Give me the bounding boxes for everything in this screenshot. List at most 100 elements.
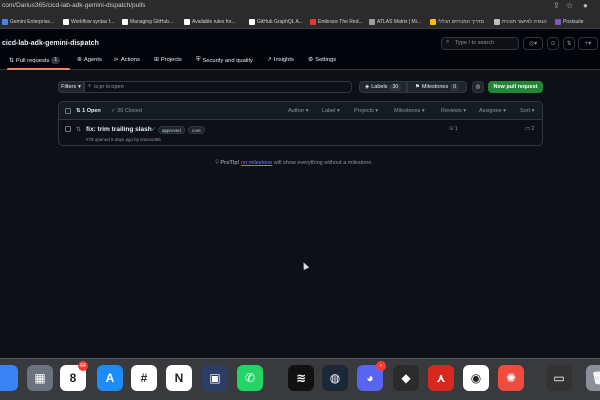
projects-menu[interactable]: Projects ▾ bbox=[354, 108, 378, 114]
review-status[interactable]: ⊙ 1 bbox=[449, 126, 458, 132]
closed-filter[interactable]: ✓ 30 Closed bbox=[111, 108, 142, 114]
tab-security[interactable]: ⛨ Security and quality bbox=[196, 57, 253, 64]
whatsapp-icon[interactable]: ✆ bbox=[237, 365, 263, 391]
finder-icon[interactable] bbox=[0, 365, 18, 391]
bookmark-favicon-icon bbox=[310, 18, 316, 25]
author-menu[interactable]: Author ▾ bbox=[288, 108, 309, 114]
tab-pull-requests[interactable]: ⇅ Pull requests 1 bbox=[9, 57, 61, 64]
reviews-menu[interactable]: Reviews ▾ bbox=[441, 108, 466, 114]
bookmark-item[interactable]: Gemini Enterprise... bbox=[2, 17, 58, 26]
row-checkbox[interactable] bbox=[65, 126, 71, 132]
chevron-down-icon: ▾ bbox=[588, 41, 592, 47]
pull-request-title[interactable]: fix: trim trailing slash bbox=[86, 126, 152, 133]
graph-icon: ↗ bbox=[267, 57, 272, 63]
copilot-filter-button[interactable]: ◎ bbox=[472, 81, 484, 93]
chevron-down-icon: ▾ bbox=[463, 108, 467, 114]
bookmark-favicon-icon bbox=[249, 18, 255, 25]
profile-icon[interactable]: ● bbox=[583, 1, 588, 10]
bookmark-item[interactable]: Postsuite bbox=[555, 17, 599, 26]
filters-button[interactable]: Filters ▾ bbox=[58, 81, 84, 93]
share-icon[interactable]: ⇪ bbox=[553, 1, 560, 10]
git-pull-request-icon: ⇅ bbox=[76, 108, 81, 114]
spark-icon[interactable]: ✺ bbox=[498, 365, 524, 391]
git-pull-icon: ⇅ bbox=[566, 41, 572, 47]
label-menu[interactable]: Label ▾ bbox=[322, 108, 340, 114]
lightbulb-icon: 💡︎ bbox=[215, 160, 219, 166]
protip-link[interactable]: no:milestone bbox=[241, 160, 272, 166]
acrobat-icon[interactable]: ⋏ bbox=[428, 365, 454, 391]
bookmark-item[interactable]: מדריך המכרזים הכללי bbox=[430, 17, 490, 26]
copilot-button[interactable]: ◎▾ bbox=[523, 37, 543, 50]
mouse-cursor bbox=[300, 261, 310, 270]
git-pull-request-icon: ⇅ bbox=[9, 57, 14, 64]
bookmark-item[interactable]: Available rules for... bbox=[184, 17, 246, 26]
cube-app-icon[interactable]: ◆ bbox=[393, 365, 419, 391]
chevron-down-icon: ▾ bbox=[531, 108, 535, 114]
protip: 💡︎ ProTip! no:milestone will show everyt… bbox=[215, 160, 373, 166]
slack-icon[interactable]: # bbox=[131, 365, 157, 391]
shield-icon: ⛨ bbox=[196, 57, 201, 63]
check-status-icon[interactable]: ✓ bbox=[151, 126, 156, 133]
launchpad-icon[interactable]: ▦ bbox=[27, 365, 53, 391]
bookmark-item[interactable]: GitHub GraphQL A... bbox=[249, 17, 307, 26]
comment-count[interactable]: ▭ 2 bbox=[525, 126, 534, 132]
filter-input[interactable] bbox=[84, 81, 352, 93]
bookmark-favicon-icon bbox=[369, 18, 375, 25]
notion-icon[interactable]: N bbox=[166, 365, 192, 391]
open-pull-request-icon: ⇅ bbox=[76, 127, 82, 133]
bookmark-item[interactable]: ATLAS Matrix | Mi... bbox=[369, 17, 425, 26]
bookmark-favicon-icon bbox=[2, 18, 8, 25]
repo-title[interactable]: cicd-lab-adk-gemini-dispatch bbox=[2, 40, 99, 47]
new-pull-request-button[interactable]: New pull request bbox=[488, 81, 543, 93]
create-new-button[interactable]: + ▾ bbox=[578, 37, 598, 50]
copilot-icon: ◎▾ bbox=[528, 41, 538, 47]
chevron-down-icon: ▾ bbox=[337, 108, 340, 114]
chevron-down-icon: ▾ bbox=[305, 108, 309, 114]
pull-requests-button[interactable]: ⇅ bbox=[563, 37, 575, 50]
bookmark-item[interactable]: Workflow syntax f... bbox=[63, 17, 119, 26]
issues-button[interactable]: ⊙ bbox=[547, 37, 559, 50]
label-approved[interactable]: approved bbox=[158, 126, 185, 134]
app-store-icon[interactable]: A bbox=[97, 365, 123, 391]
spotify-icon[interactable]: ≋ bbox=[288, 365, 314, 391]
tag-icon: ◈ bbox=[364, 84, 370, 90]
pull-requests-count: 1 bbox=[51, 57, 61, 64]
sort-menu[interactable]: Sort ▾ bbox=[520, 108, 534, 114]
check-icon: ✓ bbox=[111, 108, 116, 114]
label-core[interactable]: core bbox=[188, 126, 205, 134]
open-filter[interactable]: ⇅ 1 Open bbox=[76, 108, 101, 114]
screen-icon[interactable]: ▭ bbox=[546, 365, 572, 391]
bookmark-favicon-icon bbox=[184, 18, 190, 25]
bookmark-item[interactable]: הנגדה לאישור תוכנית bbox=[494, 17, 550, 26]
chevron-down-icon: ▾ bbox=[78, 84, 81, 90]
tab-settings[interactable]: ⚙ Settings bbox=[308, 57, 336, 63]
labels-button[interactable]: ◈ Labels 30 bbox=[359, 81, 407, 93]
assignee-menu[interactable]: Assignee ▾ bbox=[479, 108, 506, 114]
milestones-button[interactable]: ⚑ Milestones 0 bbox=[407, 81, 467, 93]
discord-badge: • bbox=[376, 361, 386, 371]
tab-agents[interactable]: ⊛ Agents bbox=[77, 57, 102, 63]
tab-actions[interactable]: ⊳ Actions bbox=[114, 57, 140, 63]
bookmark-item[interactable]: Managing GitHub... bbox=[122, 17, 180, 26]
chevron-down-icon: ▾ bbox=[375, 108, 379, 114]
steam-icon[interactable]: ◍ bbox=[322, 365, 348, 391]
bookmark-favicon-icon bbox=[494, 18, 500, 25]
tab-projects[interactable]: ⊞ Projects bbox=[154, 57, 182, 63]
review-icon: ⊙ bbox=[449, 126, 454, 132]
gear-icon: ⚙ bbox=[308, 57, 314, 63]
chrome-icon[interactable]: ◉ bbox=[463, 365, 489, 391]
milestones-menu[interactable]: Milestones ▾ bbox=[394, 108, 425, 114]
url-text[interactable]: com/Darius365/cicd-lab-adk-gemini-dispat… bbox=[2, 2, 145, 9]
table-icon: ⊞ bbox=[154, 57, 159, 63]
milestone-icon: ⚑ bbox=[414, 84, 420, 90]
filter-query: is:pr is:open bbox=[94, 84, 124, 90]
bookmark-favicon-icon bbox=[122, 18, 128, 25]
trash-icon[interactable]: 🗑 bbox=[586, 365, 600, 391]
bookmark-item[interactable]: Embrace The Red... bbox=[310, 17, 366, 26]
bookmark-favicon-icon bbox=[555, 18, 561, 25]
chevron-down-icon: ▾ bbox=[421, 108, 425, 114]
bookmark-star-icon[interactable]: ☆ bbox=[566, 1, 573, 10]
preview-icon[interactable]: ▣ bbox=[202, 365, 228, 391]
tab-insights[interactable]: ↗ Insights bbox=[267, 57, 294, 63]
select-all-checkbox[interactable] bbox=[65, 108, 71, 114]
